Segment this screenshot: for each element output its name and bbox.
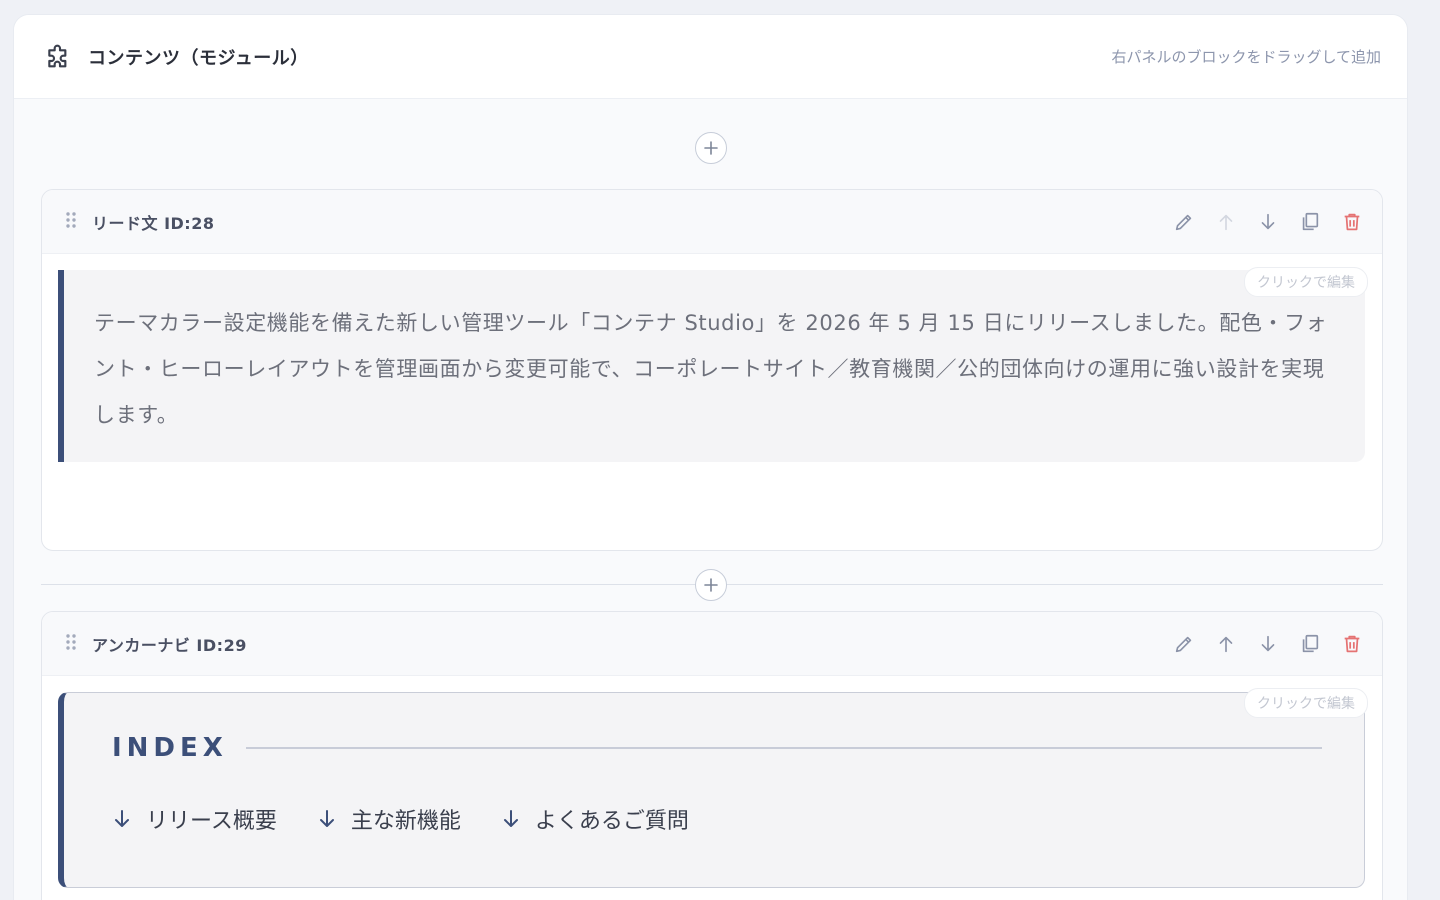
anchor-nav-box[interactable]: INDEX リリース概要 主な新機能 よくあるご質問 — [58, 692, 1365, 888]
pencil-icon[interactable] — [1172, 210, 1196, 234]
drag-handle-icon[interactable] — [64, 633, 78, 655]
click-to-edit-badge: クリックで編集 — [1244, 267, 1368, 297]
arrow-up-icon[interactable] — [1214, 632, 1238, 656]
page-title: コンテンツ（モジュール） — [88, 47, 309, 69]
click-to-edit-badge: クリックで編集 — [1244, 688, 1368, 718]
copy-icon[interactable] — [1298, 632, 1322, 656]
drag-handle-icon[interactable] — [64, 211, 78, 233]
plus-icon — [704, 578, 718, 592]
block-title: リード文 ID:28 — [92, 213, 215, 233]
arrow-down-icon — [503, 810, 518, 827]
lead-text: テーマカラー設定機能を備えた新しい管理ツール「コンテナ Studio」を 202… — [94, 311, 1328, 427]
block-header: リード文 ID:28 — [42, 190, 1382, 254]
pencil-icon[interactable] — [1172, 632, 1196, 656]
anchor-link-faq[interactable]: よくあるご質問 — [501, 803, 689, 835]
arrow-down-icon[interactable] — [1256, 632, 1280, 656]
arrow-down-icon — [115, 810, 129, 827]
anchor-link-main-features[interactable]: 主な新機能 — [317, 803, 461, 835]
arrow-down-icon[interactable] — [1256, 210, 1280, 234]
block-title: アンカーナビ ID:29 — [92, 635, 247, 655]
lead-text-box[interactable]: テーマカラー設定機能を備えた新しい管理ツール「コンテナ Studio」を 202… — [58, 270, 1365, 462]
add-block-button-top[interactable] — [695, 132, 727, 164]
plus-icon — [704, 141, 718, 155]
anchor-link-release-overview[interactable]: リリース概要 — [112, 803, 277, 835]
panel-header: コンテンツ（モジュール） 右パネルのブロックをドラッグして追加 — [14, 15, 1407, 99]
trash-icon[interactable] — [1340, 210, 1364, 234]
arrow-up-icon[interactable] — [1214, 210, 1238, 234]
contents-panel: コンテンツ（モジュール） 右パネルのブロックをドラッグして追加 リード文 ID:… — [13, 14, 1408, 900]
puzzle-icon — [44, 41, 76, 73]
block-header: アンカーナビ ID:29 — [42, 612, 1382, 676]
index-rule — [245, 747, 1322, 749]
add-block-button-middle[interactable] — [695, 569, 727, 601]
module-block-lead[interactable]: リード文 ID:28 テーマカラー設定機能を備えた新しい管理ツール「コンテナ S… — [41, 189, 1383, 551]
index-title: INDEX — [112, 733, 228, 763]
drag-hint: 右パネルのブロックをドラッグして追加 — [1111, 48, 1381, 66]
copy-icon[interactable] — [1298, 210, 1322, 234]
arrow-down-icon — [319, 810, 334, 827]
module-block-anchor-nav[interactable]: アンカーナビ ID:29 INDEX リリース概要 主な新機能 よくあるご質問 … — [41, 611, 1383, 900]
trash-icon[interactable] — [1340, 632, 1364, 656]
